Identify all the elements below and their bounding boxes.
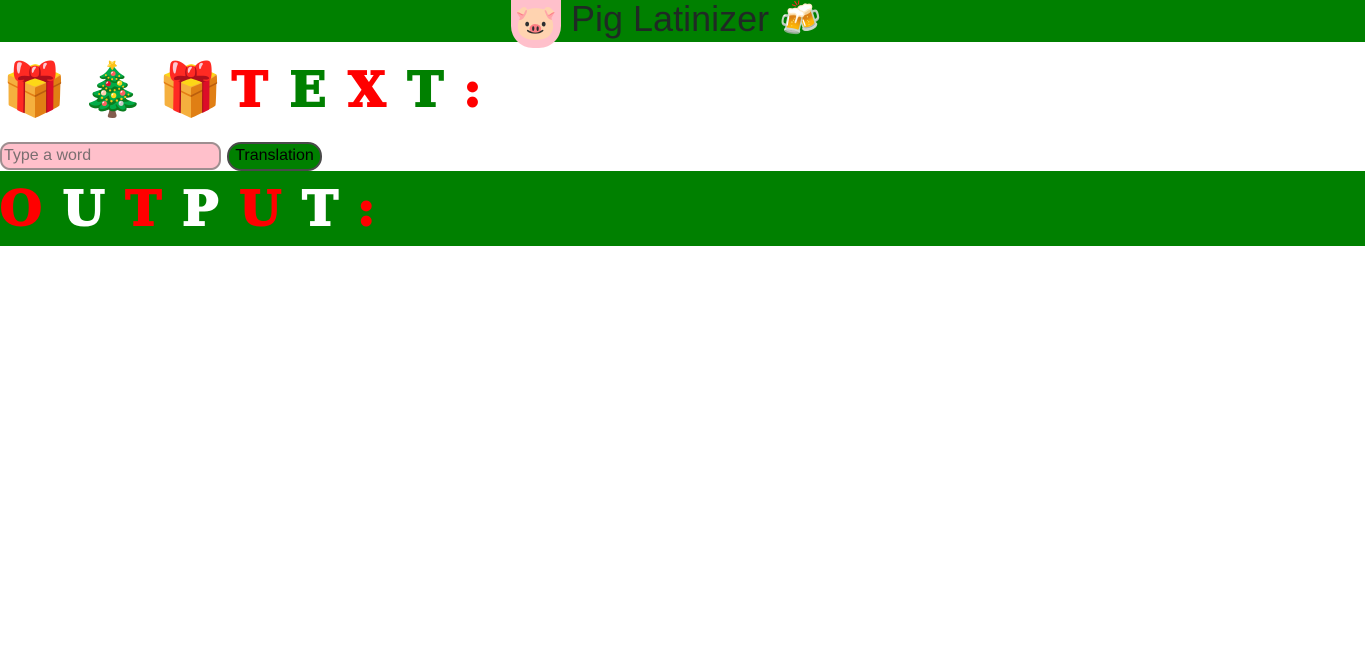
word-input[interactable] [0, 142, 221, 170]
gift-icon: 🎁 [2, 60, 67, 120]
text-section-label: TEXT: [231, 58, 504, 122]
header-bar: 🐷 Pig Latinizer 🍻 [0, 0, 1365, 48]
text-label-letter: T [407, 61, 464, 119]
page-title-group: 🐷 Pig Latinizer 🍻 [511, 0, 821, 50]
translation-button[interactable]: Translation [227, 141, 322, 171]
output-label-letter: U [62, 180, 126, 238]
christmas-tree-icon: 🎄 [80, 60, 145, 120]
output-label-letter: O [0, 180, 63, 238]
pig-face-glyph: 🐷 [514, 3, 558, 43]
text-label-letter: E [289, 61, 349, 119]
gift-icon: 🎁 [158, 60, 223, 120]
output-label-letter: : [356, 180, 397, 238]
text-label-letter: T [231, 61, 290, 119]
text-label-letter: : [463, 61, 504, 119]
output-label-letter: U [238, 180, 303, 238]
output-label-letter: T [301, 180, 358, 238]
output-label-letter: T [125, 180, 183, 238]
output-label-letter: P [181, 180, 240, 238]
translate-form: Translation [0, 141, 322, 171]
pig-face-icon: 🐷 [511, 0, 561, 48]
output-section: OUTPUT: [0, 171, 1365, 246]
text-label-letter: X [347, 61, 408, 119]
text-label-row: 🎁 🎄 🎁 TEXT: [2, 58, 503, 122]
beer-mugs-icon: 🍻 [779, 0, 822, 39]
output-section-label: OUTPUT: [0, 174, 396, 244]
page-title: Pig Latinizer [571, 0, 770, 39]
